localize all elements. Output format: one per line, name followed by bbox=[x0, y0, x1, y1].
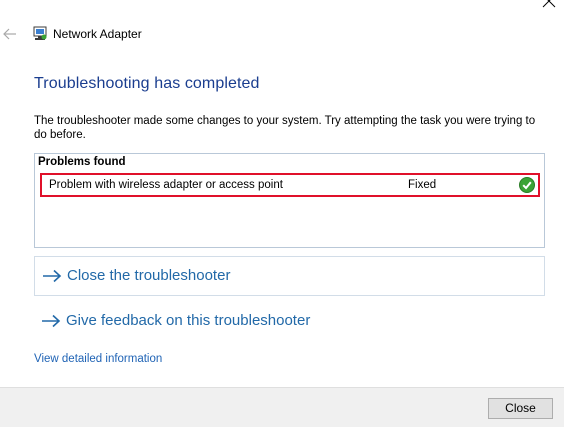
arrow-right-icon bbox=[43, 269, 62, 283]
page-heading: Troubleshooting has completed bbox=[34, 75, 260, 92]
close-troubleshooter-link[interactable]: Close the troubleshooter bbox=[34, 256, 545, 296]
give-feedback-label: Give feedback on this troubleshooter bbox=[66, 312, 311, 329]
green-check-icon bbox=[519, 177, 535, 193]
window-title: Network Adapter bbox=[53, 27, 142, 41]
back-arrow-icon[interactable] bbox=[3, 27, 17, 41]
problems-found-header: Problems found bbox=[38, 156, 126, 168]
network-troubleshooter-icon bbox=[33, 26, 47, 40]
description-text: The troubleshooter made some changes to … bbox=[34, 115, 536, 141]
give-feedback-link[interactable]: Give feedback on this troubleshooter bbox=[34, 302, 545, 342]
close-button[interactable]: Close bbox=[488, 398, 553, 419]
arrow-right-icon bbox=[42, 314, 61, 328]
footer-bar: Close bbox=[0, 387, 564, 427]
window-close-icon[interactable] bbox=[542, 0, 556, 8]
view-detailed-information-link[interactable]: View detailed information bbox=[34, 353, 162, 365]
troubleshooter-window: Network Adapter Troubleshooting has comp… bbox=[0, 0, 564, 427]
problem-row: Problem with wireless adapter or access … bbox=[40, 173, 540, 197]
problems-found-panel: Problems found Problem with wireless ada… bbox=[34, 153, 545, 248]
problem-name: Problem with wireless adapter or access … bbox=[49, 179, 283, 191]
problem-status: Fixed bbox=[408, 179, 437, 191]
close-troubleshooter-label: Close the troubleshooter bbox=[67, 267, 231, 284]
